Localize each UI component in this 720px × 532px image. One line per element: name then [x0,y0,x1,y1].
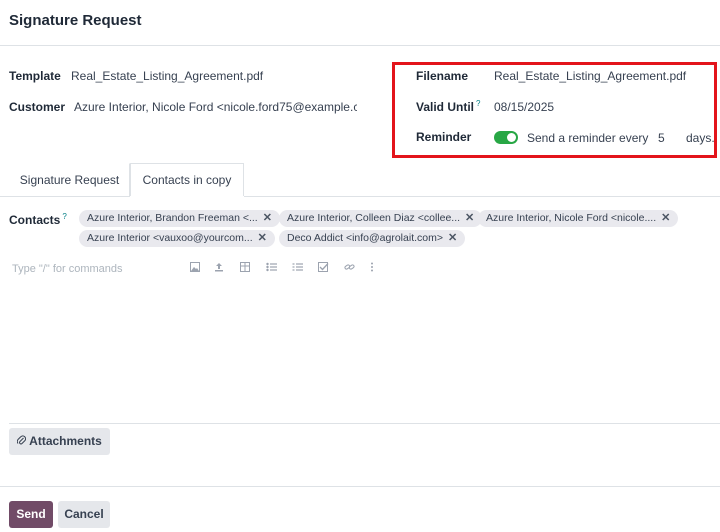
help-icon[interactable]: ? [62,212,66,221]
header-divider [0,45,720,46]
bullet-list-icon[interactable] [266,262,277,272]
contact-tag-label: Azure Interior, Nicole Ford <nicole.... [486,212,657,224]
attachments-button[interactable]: Attachments [9,428,110,455]
remove-tag-icon[interactable]: ✕ [263,212,272,224]
link-icon[interactable] [344,262,355,272]
template-label: Template [9,69,61,83]
editor-divider [9,423,720,424]
contacts-label: Contacts? [9,212,67,227]
tab-contacts-in-copy[interactable]: Contacts in copy [130,163,244,196]
tab-signature-request[interactable]: Signature Request [9,163,130,196]
checklist-icon[interactable] [318,262,329,272]
template-field[interactable]: Real_Estate_Listing_Agreement.pdf [71,69,263,83]
footer-divider [0,486,720,487]
contact-tag: Azure Interior, Brandon Freeman <... ✕ [79,210,280,227]
attachments-label: Attachments [29,434,102,448]
contacts-label-text: Contacts [9,213,61,227]
contact-tag: Azure Interior, Colleen Diaz <collee... ✕ [279,210,483,227]
remove-tag-icon[interactable]: ✕ [465,212,474,224]
table-icon[interactable] [240,262,250,272]
contact-tag-label: Deco Addict <info@agrolait.com> [287,232,443,244]
contact-tag: Deco Addict <info@agrolait.com> ✕ [279,230,466,247]
numbered-list-icon[interactable] [292,262,303,272]
remove-tag-icon[interactable]: ✕ [448,232,457,244]
dialog-title: Signature Request [9,12,142,29]
send-button[interactable]: Send [9,501,53,528]
more-icon[interactable] [370,262,374,272]
editor-placeholder[interactable]: Type "/" for commands [12,263,123,275]
contact-tag-label: Azure Interior, Brandon Freeman <... [87,212,258,224]
contact-tag: Azure Interior <vauxoo@yourcom... ✕ [79,230,275,247]
image-icon[interactable] [190,262,200,272]
upload-icon[interactable] [214,262,224,272]
contact-tag: Azure Interior, Nicole Ford <nicole.... ✕ [478,210,679,227]
remove-tag-icon[interactable]: ✕ [661,212,670,224]
contact-tag-label: Azure Interior, Colleen Diaz <collee... [287,212,461,224]
remove-tag-icon[interactable]: ✕ [258,232,267,244]
tab-divider-left [0,196,130,197]
paperclip-icon [16,435,27,445]
customer-label: Customer [9,100,66,114]
cancel-button[interactable]: Cancel [58,501,110,528]
tab-divider-right [244,196,720,197]
customer-field[interactable]: Azure Interior, Nicole Ford <nicole.ford… [74,100,357,114]
highlight-annotation [392,62,717,158]
contact-tag-label: Azure Interior <vauxoo@yourcom... [87,232,253,244]
